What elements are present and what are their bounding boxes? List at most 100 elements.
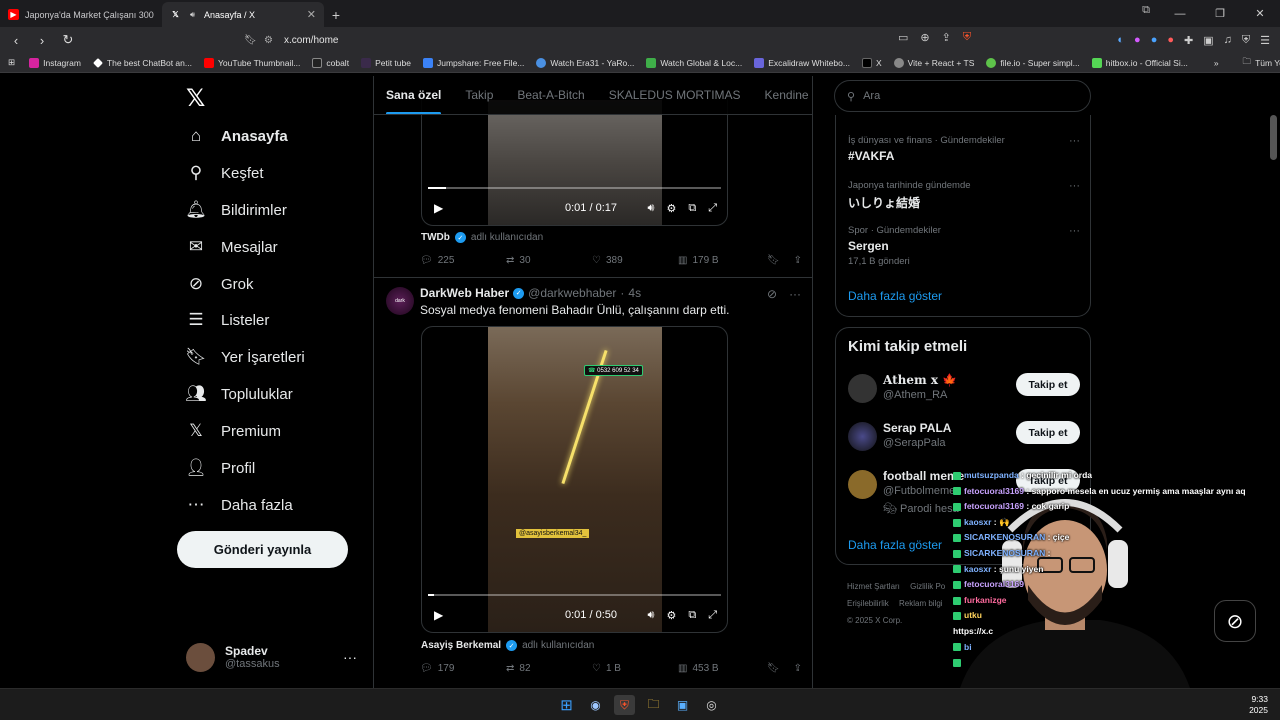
more-bookmarks-icon[interactable]: » [1208, 58, 1225, 68]
author-name[interactable]: DarkWeb Haber [420, 286, 509, 300]
bookmark-item[interactable]: Petit tube [355, 57, 417, 68]
sidebar-item-profile[interactable]: 👤︎ Profil [185, 458, 255, 478]
menu-icon[interactable]: ☰ [1260, 34, 1270, 47]
settings-icon[interactable]: ⚙︎ [666, 202, 676, 215]
video-source[interactable]: Asayiş Berkemal ✓ adlı kullanıcıdan [421, 640, 594, 651]
video-player[interactable]: ☎ 0532 609 52 34 @asayisberkemal34_ ▶ 0:… [421, 326, 728, 633]
trend-item[interactable]: Japonya tarihinde gündemde いしりょ結婚 ··· [848, 180, 1080, 211]
url-text[interactable]: x.com/home [284, 35, 338, 46]
play-icon[interactable]: ▶ [434, 201, 443, 215]
page-scrollbar[interactable] [1270, 115, 1277, 160]
forward-icon[interactable]: › [32, 33, 52, 48]
follow-button[interactable]: Takip et [1016, 421, 1080, 444]
extensions-icon[interactable]: ⧉ [1142, 4, 1150, 17]
settings-icon[interactable]: ⚙︎ [666, 609, 676, 622]
close-tab-icon[interactable]: ✕ [307, 8, 316, 21]
retweet-button[interactable]: ⇄ 82 [506, 663, 592, 674]
sidebar-item-grok[interactable]: ⊘ Grok [186, 274, 254, 294]
sidebar-item-more[interactable]: ⋯ Daha fazla [186, 495, 293, 515]
play-icon[interactable]: ▶ [434, 608, 443, 622]
bookmark-item[interactable]: Instagram [23, 57, 87, 68]
sidebar-item-home[interactable]: ⌂ Anasayfa [186, 126, 288, 146]
volume-icon[interactable]: 🔊︎ [648, 202, 655, 215]
bookmark-item[interactable]: file.io - Super simpl... [980, 57, 1085, 68]
bookmark-item[interactable]: Jumpshare: Free File... [417, 57, 530, 68]
bookmark-item[interactable]: X [856, 57, 888, 68]
show-more-link[interactable]: Daha fazla göster [848, 289, 942, 303]
post-button[interactable]: Gönderi yayınla [177, 531, 348, 568]
tab-following[interactable]: Takip [453, 76, 505, 114]
grok-floating-button[interactable]: ⊘ [1214, 600, 1256, 642]
all-bookmarks-folder[interactable]: 🗀Tüm Yer İşaretleri [1237, 56, 1280, 70]
tab-for-you[interactable]: Sana özel [374, 76, 453, 114]
bookmark-item[interactable]: hitbox.io - Official Si... [1086, 57, 1194, 68]
follow-suggestion[interactable]: Serap PALA @SerapPala Takip et [848, 418, 1080, 458]
extension-icon[interactable]: ● [1151, 34, 1158, 46]
more-icon[interactable]: ··· [343, 649, 357, 665]
sidebar-item-messages[interactable]: ✉ Mesajlar [186, 237, 278, 257]
tab-list[interactable]: Kendine Müz [753, 76, 812, 114]
windows-start-icon[interactable]: ⊞ [556, 695, 577, 715]
sidebar-item-explore[interactable]: ⚲ Keşfet [186, 163, 264, 183]
extension-icon[interactable]: ◐ [1117, 34, 1124, 46]
back-icon[interactable]: ‹ [6, 33, 26, 48]
x-logo-icon[interactable]: 𝕏 [186, 84, 205, 112]
bookmark-item[interactable]: Watch Era31 - YaRo... [530, 57, 640, 68]
sidebar-toggle-icon[interactable]: ▣ [1203, 34, 1213, 47]
new-tab-button[interactable]: + [324, 2, 348, 27]
views-button[interactable]: ▥ 179 B [678, 255, 764, 266]
close-window-icon[interactable]: ✕ [1240, 0, 1280, 27]
bookmark-item[interactable]: cobalt [306, 57, 355, 68]
zoom-icon[interactable]: ⊕ [920, 31, 929, 44]
author-handle[interactable]: @darkwebhaber [528, 286, 616, 300]
brave-icon[interactable]: ⛨ [614, 695, 635, 715]
more-icon[interactable]: ··· [1069, 135, 1080, 147]
reply-button[interactable]: 💬︎ 225 [420, 255, 506, 266]
bookmark-item[interactable]: YouTube Thumbnail... [198, 57, 306, 68]
site-settings-icon[interactable]: ⚙︎ [264, 35, 284, 46]
more-icon[interactable]: ··· [1069, 225, 1080, 237]
apps-icon[interactable]: ⊞ [0, 57, 23, 68]
maximize-icon[interactable]: ❐ [1200, 0, 1240, 27]
share-icon[interactable]: ⇪ [794, 663, 802, 674]
puzzle-icon[interactable]: ✚ [1184, 34, 1193, 47]
sidebar-item-lists[interactable]: ☰ Listeler [186, 310, 269, 330]
obs-icon[interactable]: ◎ [701, 695, 722, 715]
bookmark-page-icon[interactable]: 🔖︎ [244, 35, 264, 46]
reload-icon[interactable]: ↻ [58, 32, 78, 48]
video-progress-bar[interactable] [428, 594, 721, 596]
fullscreen-icon[interactable]: ⤢ [708, 609, 717, 622]
bookmark-item[interactable]: Watch Global & Loc... [640, 57, 748, 68]
address-bar[interactable]: 🔖︎ ⚙︎ x.com/home [244, 29, 990, 51]
share-icon[interactable]: ⇪ [794, 255, 802, 266]
reply-button[interactable]: 💬︎ 179 [420, 663, 506, 674]
pip-icon[interactable]: ⧉ [688, 609, 696, 622]
browser-tab[interactable]: ▶ Japonya'da Market Çalışanı 3000 Dol [0, 2, 162, 27]
trend-item[interactable]: İş dünyası ve finans · Gündemdekiler #VA… [848, 135, 1080, 163]
views-button[interactable]: ▥ 453 B [678, 663, 764, 674]
sidebar-item-premium[interactable]: 𝕏 Premium [186, 421, 281, 441]
screenshot-icon[interactable]: ▣ [672, 695, 693, 715]
volume-icon[interactable]: 🔊︎ [648, 609, 655, 622]
speaker-icon[interactable]: 🔊︎ [187, 9, 198, 20]
video-player[interactable]: ▶ 0:01 / 0:17 🔊︎ ⚙︎ ⧉ ⤢ [421, 100, 728, 226]
follow-suggestion[interactable]: Athem x 🍁 @Athem_RA Takip et [848, 370, 1080, 410]
video-source[interactable]: TWDb ✓ adlı kullanıcıdan [421, 232, 543, 243]
brave-shield-icon[interactable]: ⛨ [963, 31, 971, 44]
bookmark-item[interactable]: The best ChatBot an... [87, 58, 198, 68]
system-clock[interactable]: 9:33 2025 [1249, 694, 1268, 716]
bookmark-icon[interactable]: 🔖︎ [767, 255, 780, 266]
search-input[interactable]: ⚲ Ara [834, 80, 1091, 112]
folder-icon[interactable]: 🗀 [643, 695, 664, 715]
bookmark-item[interactable]: Vite + React + TS [888, 57, 981, 68]
tweet-time[interactable]: 4s [628, 286, 641, 300]
follow-button[interactable]: Takip et [1016, 373, 1080, 396]
pip-icon[interactable]: ⧉ [688, 202, 696, 215]
grok-icon[interactable]: ⊘ [767, 287, 777, 301]
share-icon[interactable]: ⇪ [942, 31, 951, 44]
avatar[interactable]: dark [386, 287, 414, 315]
sidebar-item-bookmarks[interactable]: 🔖︎ Yer İşaretleri [185, 347, 304, 367]
tab-list[interactable]: Beat-A-Bitch [505, 76, 596, 114]
account-switcher[interactable]: Spadev @tassakus ··· [186, 640, 361, 674]
like-button[interactable]: ♡ 1 B [592, 663, 678, 674]
